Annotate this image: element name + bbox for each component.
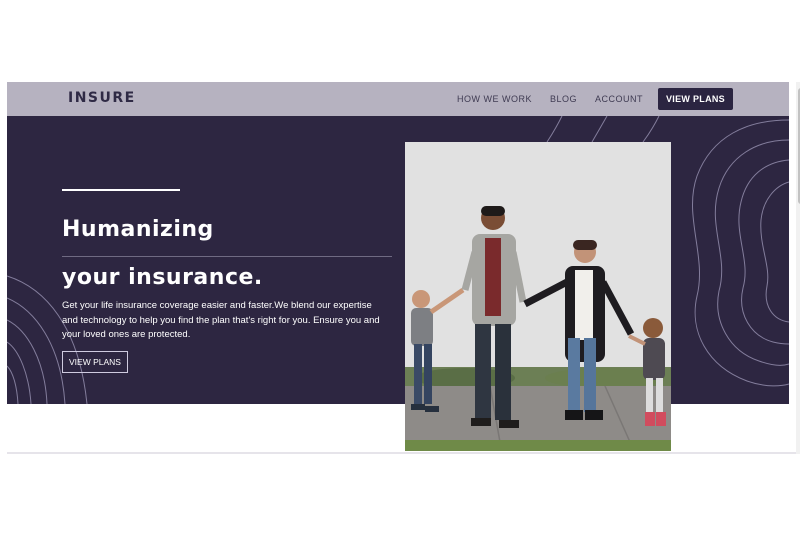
nav-links: HOW WE WORK BLOG ACCOUNT VIEW PLANS xyxy=(439,88,733,110)
hero-heading-line1: Humanizing xyxy=(62,217,214,242)
browser-viewport: INSURE HOW WE WORK BLOG ACCOUNT VIEW PLA… xyxy=(7,82,800,454)
family-photo xyxy=(405,142,671,451)
brand-logo[interactable]: INSURE xyxy=(68,90,136,106)
nav-link-blog[interactable]: BLOG xyxy=(550,94,577,104)
hero-heading-divider xyxy=(62,256,392,257)
hero-view-plans-button[interactable]: VIEW PLANS xyxy=(62,351,128,373)
hero-top-divider xyxy=(62,189,180,191)
hero-section: Humanizing your insurance. Get your life… xyxy=(7,116,789,404)
hero-subtext: Get your life insurance coverage easier … xyxy=(62,300,380,340)
hero-heading-line2: your insurance. xyxy=(62,265,263,290)
top-navbar: INSURE HOW WE WORK BLOG ACCOUNT VIEW PLA… xyxy=(7,82,789,116)
section-bottom-border xyxy=(7,452,796,454)
nav-view-plans-button[interactable]: VIEW PLANS xyxy=(657,88,733,110)
nav-link-how-we-work[interactable]: HOW WE WORK xyxy=(457,94,532,104)
page-scrollbar[interactable] xyxy=(796,82,800,454)
nav-link-account[interactable]: ACCOUNT xyxy=(595,94,643,104)
